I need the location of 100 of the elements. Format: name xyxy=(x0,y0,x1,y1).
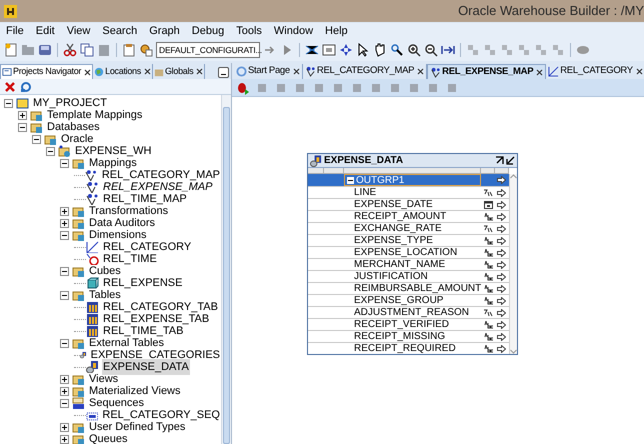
attribute-name: EXPENSE_DATE xyxy=(354,198,434,212)
tree-item[interactable]: EXPENSE_DATA xyxy=(102,358,190,376)
collapse-icon[interactable] xyxy=(46,146,55,156)
scrollbar[interactable] xyxy=(509,174,518,354)
fit-icon[interactable] xyxy=(441,43,455,57)
number-type-icon xyxy=(484,188,493,196)
text-type-icon xyxy=(484,344,493,352)
cut-icon[interactable] xyxy=(63,43,77,57)
mapping-icon xyxy=(304,66,316,77)
gear-icon[interactable] xyxy=(139,43,153,57)
folder-icon xyxy=(58,145,71,157)
attribute-name: EXPENSE_LOCATION xyxy=(354,246,458,260)
expand-icon[interactable] xyxy=(60,206,69,216)
close-icon[interactable] xyxy=(292,68,300,75)
new-icon[interactable] xyxy=(4,43,18,57)
zoom-in-icon[interactable] xyxy=(407,43,421,57)
minimize-button[interactable] xyxy=(218,67,229,78)
menu-item[interactable]: File xyxy=(6,22,24,40)
collapse-icon[interactable] xyxy=(60,398,69,408)
folder-icon xyxy=(72,433,85,444)
editor-tab[interactable]: REL_EXPENSE_MAP xyxy=(427,64,546,79)
attribute-name: EXPENSE_GROUP xyxy=(354,294,444,308)
menu-item[interactable]: Tools xyxy=(236,22,262,40)
scroll-down-icon[interactable] xyxy=(510,349,518,354)
expand-icon[interactable] xyxy=(60,422,69,432)
text-type-icon xyxy=(484,236,493,244)
navigator-icon xyxy=(2,67,12,77)
navigator-tab[interactable]: Projects Navigator xyxy=(0,64,94,79)
number-type-icon xyxy=(484,308,493,316)
close-icon[interactable] xyxy=(196,68,204,75)
text-type-icon xyxy=(484,296,493,304)
menu-item[interactable]: Debug xyxy=(192,22,224,40)
mapping-canvas[interactable] xyxy=(232,97,644,444)
folder-icon xyxy=(72,205,85,217)
number-type-icon xyxy=(484,224,493,232)
attribute-name: EXCHANGE_RATE xyxy=(354,222,443,236)
debug-icon[interactable] xyxy=(236,80,250,94)
delete-icon[interactable] xyxy=(4,80,16,92)
collapse-icon[interactable] xyxy=(18,122,27,132)
expand-icon[interactable] xyxy=(60,386,69,396)
app-icon xyxy=(4,4,17,18)
menu-item[interactable]: Edit xyxy=(36,22,55,40)
pointer-icon[interactable] xyxy=(356,43,370,57)
menu-item[interactable]: Search xyxy=(102,22,138,40)
folder-icon xyxy=(72,421,85,433)
text-type-icon xyxy=(484,332,493,340)
collapse-icon[interactable] xyxy=(60,338,69,348)
save-icon[interactable] xyxy=(38,43,52,57)
close-icon[interactable] xyxy=(536,68,544,76)
text-type-icon xyxy=(484,248,493,256)
expand-icon[interactable] xyxy=(60,218,69,228)
collapse-icon[interactable] xyxy=(347,176,354,184)
expand-icon[interactable] xyxy=(60,434,69,444)
project-icon xyxy=(16,97,29,109)
attribute-name: LINE xyxy=(354,186,378,200)
attribute-name: RECEIPT_MISSING xyxy=(354,330,446,344)
maximize-icon[interactable] xyxy=(495,156,504,165)
scrollbar[interactable] xyxy=(221,95,231,444)
folder-icon xyxy=(72,157,85,169)
collapse-icon[interactable] xyxy=(60,266,69,276)
mapping-icon xyxy=(86,181,99,193)
text-type-icon xyxy=(484,284,493,292)
move-icon[interactable] xyxy=(339,43,353,57)
minimize-icon[interactable] xyxy=(506,156,515,165)
attribute-name: RECEIPT_VERIFIED xyxy=(354,318,450,332)
attribute-name: RECEIPT_AMOUNT xyxy=(354,210,448,224)
group-row[interactable]: OUTGRP1 xyxy=(308,174,510,186)
refresh-icon[interactable] xyxy=(20,80,32,92)
zoom-out-icon[interactable] xyxy=(424,43,438,57)
menu-item[interactable]: Help xyxy=(325,22,348,40)
close-icon[interactable] xyxy=(144,68,151,75)
hand-icon[interactable] xyxy=(373,43,387,57)
collapse-icon[interactable] xyxy=(60,158,69,168)
menu-item[interactable]: Window xyxy=(274,22,314,40)
menu-item[interactable]: View xyxy=(66,22,90,40)
close-icon[interactable] xyxy=(84,68,92,76)
expand-icon[interactable] xyxy=(60,374,69,384)
globe-icon xyxy=(94,66,104,76)
close-icon[interactable] xyxy=(417,68,424,75)
attribute-name: ADJUSTMENT_REASON xyxy=(354,306,470,320)
dimension-icon xyxy=(86,241,99,253)
text-type-icon xyxy=(484,272,493,280)
collapse-icon[interactable] xyxy=(60,230,69,240)
text-type-icon xyxy=(484,320,493,328)
folder-icon xyxy=(30,121,43,133)
text-type-icon xyxy=(484,212,493,220)
collapse-icon[interactable] xyxy=(60,290,69,300)
close-icon[interactable] xyxy=(636,68,643,75)
scroll-up-icon[interactable] xyxy=(510,174,518,179)
menu-item[interactable]: Graph xyxy=(149,22,180,40)
expand-icon[interactable] xyxy=(18,110,27,120)
copy-icon[interactable] xyxy=(80,43,94,57)
dimension-icon xyxy=(548,66,560,77)
attribute-name: EXPENSE_TYPE xyxy=(354,234,434,248)
collapse-icon[interactable] xyxy=(4,98,13,108)
clipboard-icon[interactable] xyxy=(122,43,136,57)
search-icon[interactable] xyxy=(390,43,404,57)
time-icon xyxy=(86,253,99,265)
attribute-name: RECEIPT_REQUIRED xyxy=(354,342,457,356)
collapse-icon[interactable] xyxy=(32,134,41,144)
